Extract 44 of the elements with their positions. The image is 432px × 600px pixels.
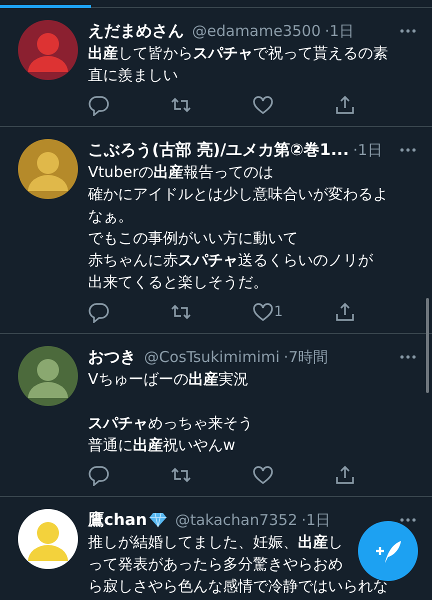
post-time: ·1日 — [352, 140, 382, 161]
tweet-text-line: Vtuberの出産報告ってのは — [88, 162, 274, 183]
avatar[interactable] — [18, 509, 78, 569]
tweet-text-line: って発表があったら多分驚きやらおめ — [88, 554, 343, 575]
share-icon[interactable] — [334, 464, 356, 486]
more-icon[interactable] — [400, 29, 416, 33]
post-time: ·7時間 — [284, 347, 328, 368]
reply-icon[interactable] — [88, 301, 110, 323]
more-icon[interactable] — [400, 148, 416, 152]
tweet-text-line: 出来てくると楽しそうだ。 — [88, 272, 268, 293]
diamond-icon — [149, 512, 168, 528]
user-handle[interactable]: @takachan7352 — [175, 509, 298, 531]
heart-icon[interactable] — [252, 301, 274, 323]
share-icon[interactable] — [334, 301, 356, 323]
share-icon[interactable] — [334, 94, 356, 116]
heart-icon[interactable] — [252, 94, 274, 116]
tweet-text-line: スパチャめっちゃ来そう — [88, 413, 253, 434]
more-icon[interactable] — [400, 518, 416, 522]
like-count: 1 — [274, 302, 283, 322]
user-handle[interactable]: @CosTsukimimimi — [144, 346, 280, 368]
reply-icon[interactable] — [88, 94, 110, 116]
tweet-text-line: 普通に出産祝いやんw — [88, 435, 236, 456]
tweet-text-line: 赤ちゃんに赤スパチャ送るくらいのノリが — [88, 250, 373, 271]
avatar[interactable] — [18, 346, 78, 406]
tweet-text-line: なぁ。 — [88, 206, 133, 227]
scrollbar[interactable] — [426, 298, 429, 393]
user-handle[interactable]: @edamame3500 — [192, 20, 321, 42]
tweet-text-line: 出産して皆からスパチャで祝って貰えるの素 — [88, 43, 388, 64]
tweet-text-line: 推しが結婚してました、妊娠、出産し — [88, 532, 343, 553]
tweet-text-line: 確かにアイドルとは少し意味合いが変わるよ — [88, 184, 388, 205]
avatar[interactable] — [18, 139, 78, 199]
tweet-text-line: Vちゅーばーの出産実況 — [88, 369, 248, 390]
tweet-text-line: 直に羨ましい — [88, 65, 178, 86]
reply-icon[interactable] — [88, 464, 110, 486]
user-name[interactable]: おつき — [88, 346, 136, 368]
user-name[interactable]: 鷹chan — [88, 509, 148, 531]
post-time: ·1日 — [324, 21, 354, 42]
tweet-text-line: ら寂しさやら色んな感情で冷静ではいられな — [88, 576, 388, 597]
tweet-text-line: でもこの事例がいい方に動いて — [88, 228, 298, 249]
more-icon[interactable] — [400, 355, 416, 359]
post-time: ·1日 — [301, 510, 331, 531]
user-name[interactable]: えだまめさん — [88, 20, 184, 42]
user-name[interactable]: こぶろう(古部 亮)/ユメカ第②巻1... — [88, 139, 349, 161]
heart-icon[interactable] — [252, 464, 274, 486]
